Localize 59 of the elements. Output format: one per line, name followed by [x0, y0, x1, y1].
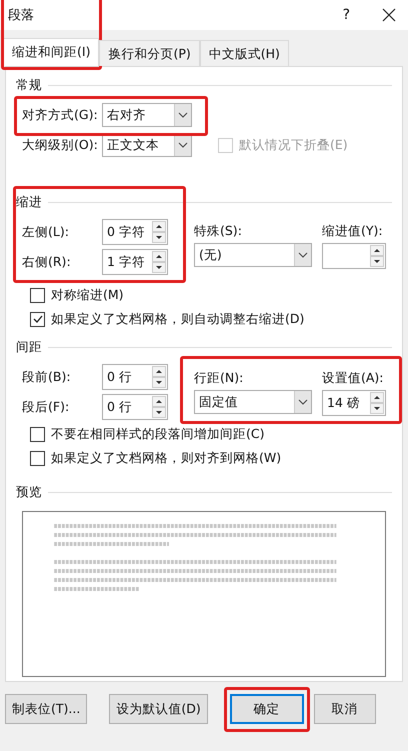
checkbox[interactable] [30, 450, 45, 466]
tab[interactable]: 缩进和间距(I) [3, 38, 100, 66]
field-label: 行距(N): [194, 370, 244, 386]
dropdown[interactable]: (无) [194, 243, 312, 267]
close-icon[interactable] [382, 8, 396, 22]
window-title: 段落 [8, 7, 34, 24]
field-label: 特殊(S): [194, 222, 243, 240]
spin-arrows-icon[interactable] [152, 396, 166, 418]
spin-arrows-icon[interactable] [370, 392, 384, 414]
checkbox-label: 默认情况下折叠(E) [239, 136, 348, 154]
chevron-down-icon[interactable] [174, 104, 191, 126]
spin-field[interactable]: 0 行 [102, 364, 168, 390]
checkbox-label: 对称缩进(M) [51, 286, 124, 304]
spin-arrows-icon[interactable] [152, 366, 166, 388]
field-label: 对齐方式(G): [22, 106, 99, 124]
checkbox-label: 如果定义了文档网格，则自动调整右缩进(D) [51, 310, 304, 328]
field-label: 大纲级别(O): [22, 136, 99, 154]
field-label: 缩进值(Y): [322, 222, 383, 240]
spin-field[interactable]: 0 行 [102, 394, 168, 420]
field-value: 0 字符 [106, 224, 146, 240]
checkbox[interactable] [30, 288, 45, 302]
spin-field[interactable] [322, 243, 386, 269]
field-value: 1 字符 [106, 254, 146, 270]
checkbox-label: 不要在相同样式的段落间增加间距(C) [51, 426, 264, 442]
field-label: 右侧(R): [22, 254, 72, 270]
section-heading: 常规 [16, 77, 42, 94]
chevron-down-icon[interactable] [294, 244, 311, 266]
spin-arrows-icon[interactable] [370, 245, 384, 267]
dropdown[interactable]: 右对齐 [102, 103, 192, 127]
field-value: 0 行 [106, 368, 133, 386]
field-value: 0 行 [106, 398, 133, 416]
dropdown[interactable]: 固定值 [194, 390, 312, 414]
checkbox[interactable] [30, 312, 45, 326]
dialog-button[interactable]: 制表位(T)... [5, 694, 88, 724]
spin-field[interactable]: 1 字符 [102, 249, 168, 275]
tab[interactable]: 换行和分页(P) [99, 40, 200, 66]
tab[interactable]: 中文版式(H) [200, 40, 289, 66]
chevron-down-icon[interactable] [174, 134, 191, 156]
field-label: 段前(B): [22, 368, 72, 386]
help-button[interactable]: ? [342, 7, 350, 23]
section-heading: 预览 [16, 484, 42, 501]
spin-field[interactable]: 0 字符 [102, 219, 168, 245]
spin-field[interactable]: 14 磅 [322, 390, 386, 416]
section-heading: 缩进 [16, 194, 42, 211]
checkbox[interactable] [30, 426, 45, 442]
field-label: 设置值(A): [322, 370, 384, 386]
dialog-button[interactable]: 确定 [230, 694, 304, 724]
dropdown[interactable]: 正文文本 [102, 133, 192, 157]
section-heading: 间距 [16, 339, 42, 356]
checkbox-label: 如果定义了文档网格，则对齐到网格(W) [51, 450, 282, 466]
chevron-down-icon[interactable] [294, 391, 311, 413]
check-icon [32, 313, 44, 325]
field-label: 段后(F): [22, 398, 70, 416]
dialog-button[interactable]: 设为默认值(D) [109, 694, 208, 724]
field-value: 14 磅 [326, 394, 361, 412]
spin-arrows-icon[interactable] [152, 221, 166, 243]
spin-arrows-icon[interactable] [152, 251, 166, 273]
field-label: 左侧(L): [22, 224, 70, 240]
dialog-button[interactable]: 取消 [314, 694, 376, 724]
